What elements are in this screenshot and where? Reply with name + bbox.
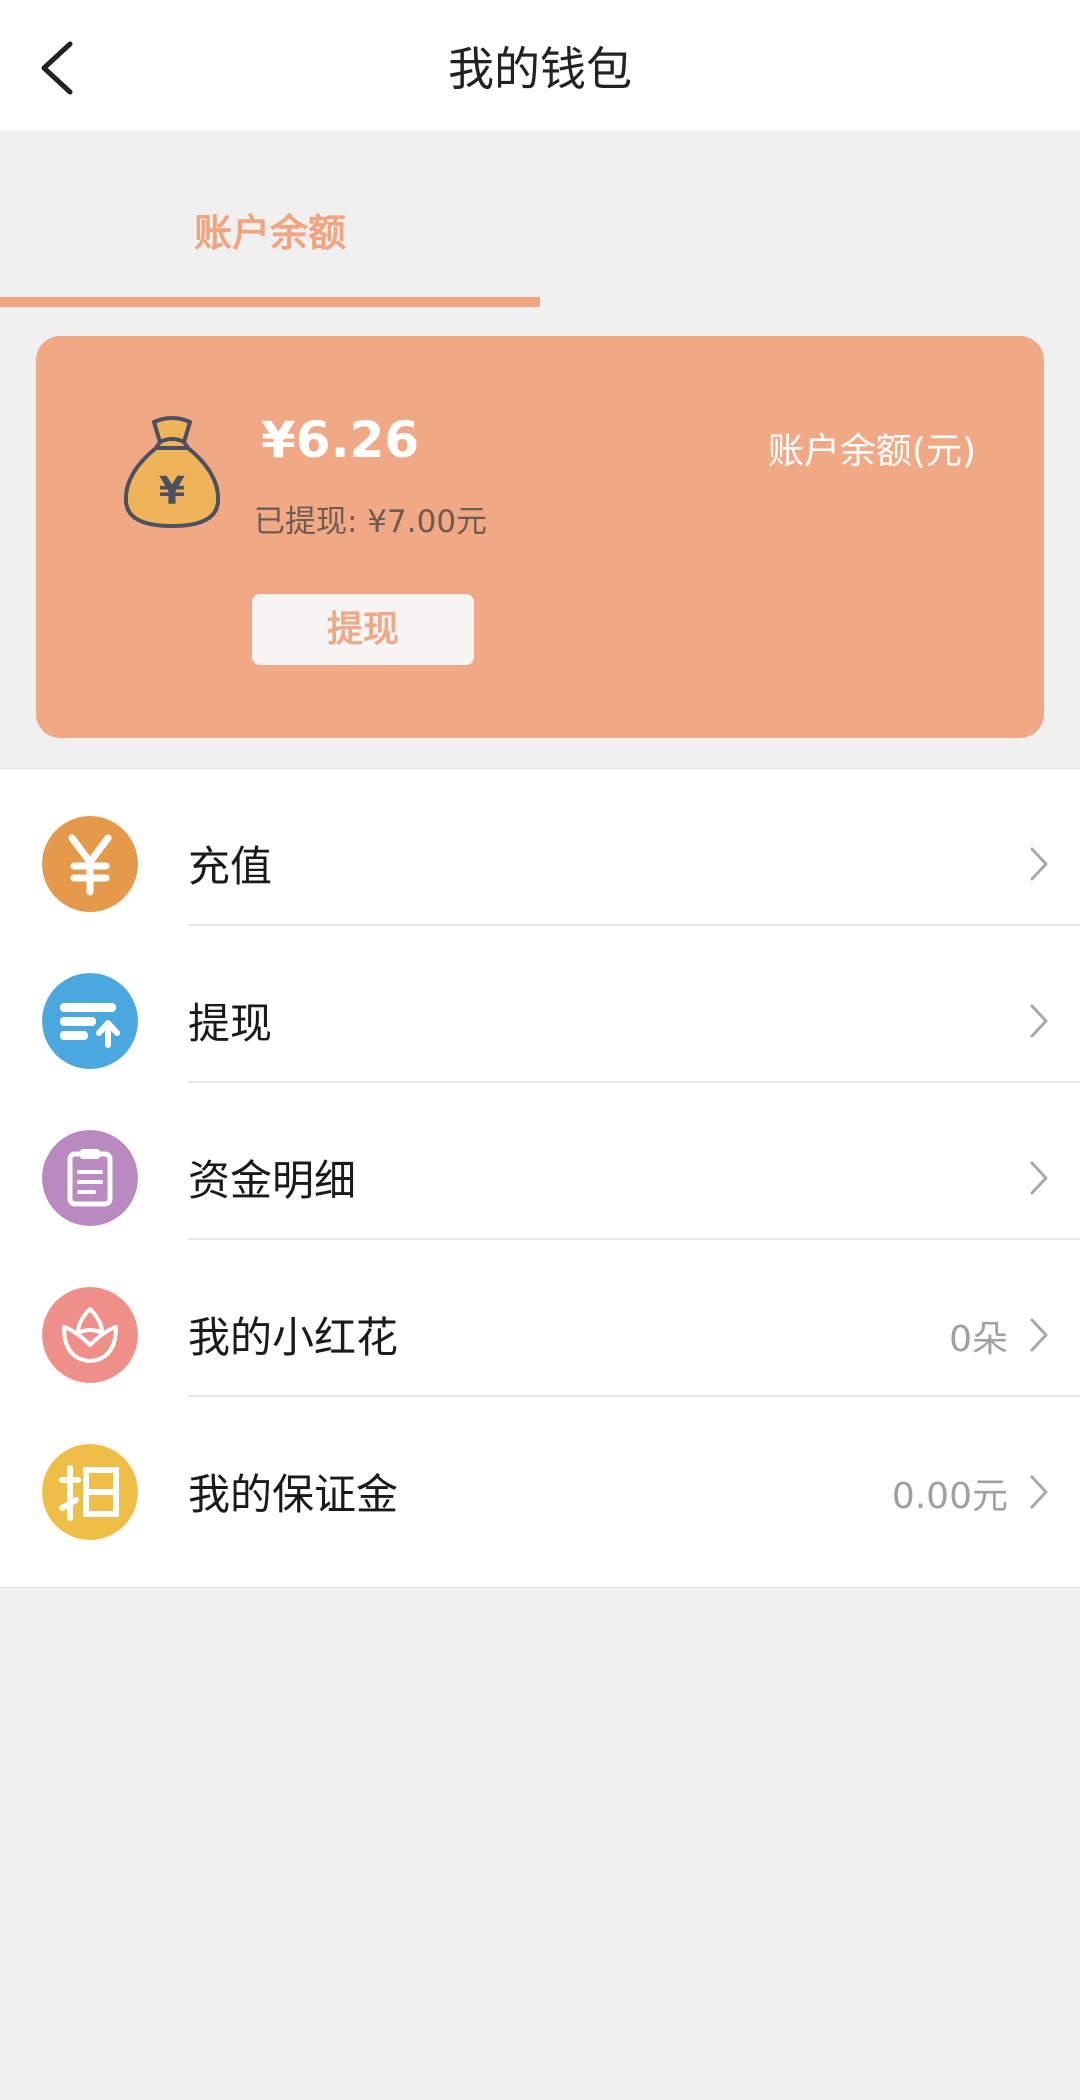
money-bag-icon: ¥ [123, 416, 221, 528]
withdraw-button[interactable]: 提现 [252, 594, 474, 665]
menu-item-recharge[interactable]: 充值 [0, 769, 1080, 926]
menu-item-label: 我的保证金 [188, 1470, 399, 1519]
chevron-right-icon [1030, 1161, 1048, 1195]
balance-amount: ¥6.26 [261, 411, 420, 469]
flower-icon [42, 1287, 138, 1383]
tab-active-indicator [0, 297, 540, 307]
svg-text:¥: ¥ [159, 469, 185, 513]
menu-item-label: 我的小红花 [188, 1313, 399, 1362]
header: 我的钱包 [0, 0, 1080, 130]
yen-icon [42, 816, 138, 912]
balance-label: 账户余额(元) [767, 431, 976, 472]
menu-item-withdraw[interactable]: 提现 [0, 926, 1080, 1083]
withdraw-icon [42, 973, 138, 1069]
guarantee-icon [42, 1444, 138, 1540]
chevron-right-icon [1030, 1004, 1048, 1038]
menu-item-deposit[interactable]: 我的保证金 0.00元 [0, 1397, 1080, 1554]
clipboard-icon [42, 1130, 138, 1226]
menu-item-label: 充值 [188, 842, 273, 891]
chevron-right-icon [1030, 1318, 1048, 1352]
tab-account-balance[interactable]: 账户余额 [0, 130, 540, 310]
flower-count: 0朵 [949, 1319, 1008, 1360]
chevron-right-icon [1030, 1475, 1048, 1509]
deposit-amount: 0.00元 [891, 1476, 1008, 1517]
withdrawn-amount: 已提现: ¥7.00元 [254, 504, 488, 540]
page-title: 我的钱包 [448, 42, 632, 96]
tab-bar: 账户余额 [0, 130, 1080, 310]
wallet-menu-list: 充值 提现 资金明细 我的小红花 0朵 我的保证金 0.00元 [0, 768, 1080, 1588]
tab-label: 账户余额 [193, 211, 346, 255]
menu-item-little-red-flower[interactable]: 我的小红花 0朵 [0, 1240, 1080, 1397]
menu-item-label: 提现 [188, 999, 273, 1048]
balance-card: ¥ ¥6.26 已提现: ¥7.00元 账户余额(元) 提现 [36, 336, 1044, 738]
chevron-right-icon [1030, 847, 1048, 881]
menu-item-fund-details[interactable]: 资金明细 [0, 1083, 1080, 1240]
menu-item-label: 资金明细 [188, 1156, 357, 1205]
